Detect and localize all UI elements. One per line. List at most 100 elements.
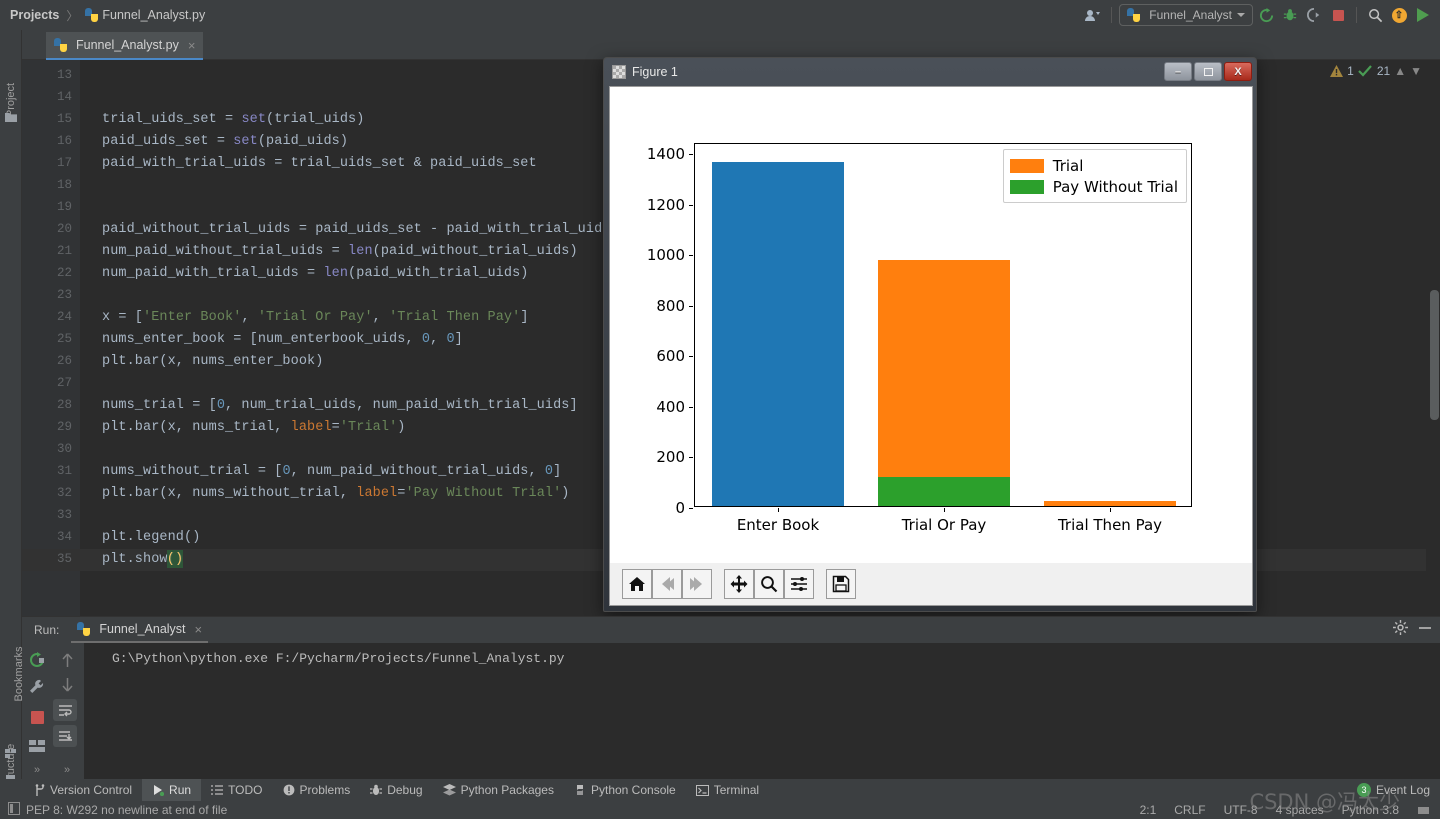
- figure-title-bar[interactable]: Figure 1: [604, 58, 1256, 86]
- bottom-tool-version-control[interactable]: Version Control: [24, 779, 142, 801]
- code-line[interactable]: nums_trial = [0, num_trial_uids, num_pai…: [102, 398, 578, 413]
- zoom-magnifier-icon[interactable]: [754, 569, 784, 599]
- bottom-tool-terminal[interactable]: Terminal: [686, 779, 769, 801]
- python-file-icon: [54, 38, 67, 52]
- y-axis-tick-mark: [689, 305, 693, 307]
- terminal-icon: [695, 784, 709, 796]
- event-log-label: Event Log: [1375, 783, 1430, 797]
- code-line[interactable]: x = ['Enter Book', 'Trial Or Pay', 'Tria…: [102, 310, 529, 325]
- soft-wrap-icon[interactable]: [53, 699, 77, 721]
- bottom-tool-problems[interactable]: Problems: [273, 779, 361, 801]
- scrollbar-thumb[interactable]: [1430, 290, 1439, 420]
- bottom-tool-todo[interactable]: TODO: [201, 779, 272, 801]
- home-icon[interactable]: [622, 569, 652, 599]
- y-axis-tick-mark: [689, 457, 693, 459]
- event-log-button[interactable]: 3 Event Log: [1356, 779, 1430, 801]
- expand-more-right-icon[interactable]: »: [56, 759, 78, 781]
- matplotlib-figure-window[interactable]: Figure 1 – X 0 200 400 600 800 1000 1200 1400 En…: [603, 57, 1257, 612]
- code-line[interactable]: num_paid_without_trial_uids = len(paid_w…: [102, 244, 578, 259]
- expand-more-icon[interactable]: »: [26, 759, 48, 781]
- bottom-tool-python-console[interactable]: Python Console: [564, 779, 686, 801]
- inspection-status[interactable]: 1 21 ▲ ▼: [1330, 64, 1422, 78]
- search-icon[interactable]: [1364, 4, 1386, 26]
- close-button[interactable]: X: [1224, 62, 1252, 81]
- run-config-label: Funnel_Analyst: [1149, 8, 1232, 22]
- close-icon[interactable]: ×: [188, 38, 196, 53]
- run-tool-window: Run: Funnel_Analyst × » » G:\Python\pyth…: [22, 616, 1440, 781]
- minimize-icon[interactable]: [1418, 621, 1432, 638]
- configure-subplots-icon[interactable]: [784, 569, 814, 599]
- scroll-to-end-icon[interactable]: [53, 725, 77, 747]
- code-line[interactable]: trial_uids_set = set(trial_uids): [102, 112, 364, 127]
- save-figure-icon[interactable]: [826, 569, 856, 599]
- code-line[interactable]: paid_without_trial_uids = paid_uids_set …: [102, 222, 610, 237]
- rerun-icon[interactable]: [26, 649, 48, 671]
- rerun-icon[interactable]: [1255, 4, 1277, 26]
- breadcrumb-separator: 〉: [66, 8, 79, 23]
- close-icon[interactable]: ×: [195, 622, 203, 637]
- settings-gear-icon[interactable]: [1393, 620, 1408, 638]
- line-number: 33: [56, 508, 72, 522]
- window-controls: – X: [1164, 62, 1252, 81]
- bottom-tool-debug[interactable]: Debug: [360, 779, 432, 801]
- code-line[interactable]: plt.legend(): [102, 530, 200, 545]
- code-line[interactable]: nums_without_trial = [0, num_paid_withou…: [102, 464, 561, 479]
- scroll-down-icon[interactable]: [56, 673, 78, 695]
- debug-icon[interactable]: [1279, 4, 1301, 26]
- lock-icon[interactable]: [1417, 802, 1430, 818]
- bottom-tool-run[interactable]: Run: [142, 779, 202, 801]
- chevron-down-icon[interactable]: ▼: [1410, 64, 1422, 78]
- caret-position[interactable]: 2:1: [1140, 803, 1157, 817]
- chevron-up-icon[interactable]: ▲: [1394, 64, 1406, 78]
- branch-icon: [34, 783, 45, 797]
- status-bar-right: 2:1 CRLF UTF-8 4 spaces Python 3.8: [1140, 802, 1430, 818]
- run-label: Run:: [34, 623, 60, 637]
- wrench-icon[interactable]: [26, 676, 48, 698]
- run-tab-funnel-analyst[interactable]: Funnel_Analyst ×: [71, 617, 209, 643]
- code-line[interactable]: num_paid_with_trial_uids = len(paid_with…: [102, 266, 528, 281]
- update-icon[interactable]: ⇧: [1388, 4, 1410, 26]
- stop-icon[interactable]: [26, 706, 48, 728]
- maximize-button[interactable]: [1194, 62, 1222, 81]
- indent-setting[interactable]: 4 spaces: [1276, 803, 1324, 817]
- structure-icon[interactable]: [5, 748, 17, 760]
- line-separator[interactable]: CRLF: [1174, 803, 1205, 817]
- scroll-up-icon[interactable]: [56, 649, 78, 671]
- pan-move-icon[interactable]: [724, 569, 754, 599]
- line-number: 26: [56, 354, 72, 368]
- sidebar-item-project[interactable]: Project: [5, 65, 17, 135]
- minimize-button[interactable]: –: [1164, 62, 1192, 81]
- code-line[interactable]: plt.bar(x, nums_trial, label='Trial'): [102, 420, 405, 435]
- code-line[interactable]: paid_with_trial_uids = trial_uids_set & …: [102, 156, 537, 171]
- code-line[interactable]: paid_uids_set = set(paid_uids): [102, 134, 348, 149]
- code-line[interactable]: nums_enter_book = [num_enterbook_uids, 0…: [102, 332, 463, 347]
- file-encoding[interactable]: UTF-8: [1224, 803, 1258, 817]
- line-number: 22: [56, 266, 72, 280]
- folder-icon[interactable]: [5, 112, 17, 124]
- print-icon[interactable]: [26, 735, 48, 757]
- run-coverage-icon[interactable]: [1303, 4, 1325, 26]
- console-command-line: G:\Python\python.exe F:/Pycharm/Projects…: [112, 651, 565, 666]
- tab-funnel-analyst[interactable]: Funnel_Analyst.py ×: [46, 32, 204, 60]
- breadcrumb-file[interactable]: Funnel_Analyst.py: [102, 8, 205, 22]
- y-axis-tick-mark: [689, 406, 693, 408]
- back-arrow-icon[interactable]: [652, 569, 682, 599]
- breadcrumb-projects[interactable]: Projects: [10, 8, 59, 22]
- x-axis-tick-mark: [778, 508, 779, 512]
- run-configuration-selector[interactable]: Funnel_Analyst: [1119, 4, 1253, 26]
- forward-arrow-icon[interactable]: [682, 569, 712, 599]
- bottom-tool-python-packages[interactable]: Python Packages: [433, 779, 564, 801]
- run-icon[interactable]: [1412, 4, 1434, 26]
- people-icon[interactable]: [1082, 4, 1104, 26]
- legend-label: Pay Without Trial: [1052, 177, 1178, 196]
- figure-canvas[interactable]: 0 200 400 600 800 1000 1200 1400 Enter Book Trial…: [610, 87, 1252, 563]
- editor-scrollbar[interactable]: [1426, 60, 1440, 616]
- stop-icon[interactable]: [1327, 4, 1349, 26]
- python-interpreter[interactable]: Python 3.8: [1342, 803, 1399, 817]
- line-number: 27: [56, 376, 72, 390]
- line-number: 18: [56, 178, 72, 192]
- line-number: 21: [56, 244, 72, 258]
- run-console-output[interactable]: G:\Python\python.exe F:/Pycharm/Projects…: [84, 643, 1440, 780]
- code-line[interactable]: plt.bar(x, nums_enter_book): [102, 354, 323, 369]
- code-line[interactable]: plt.bar(x, nums_without_trial, label='Pa…: [102, 486, 570, 501]
